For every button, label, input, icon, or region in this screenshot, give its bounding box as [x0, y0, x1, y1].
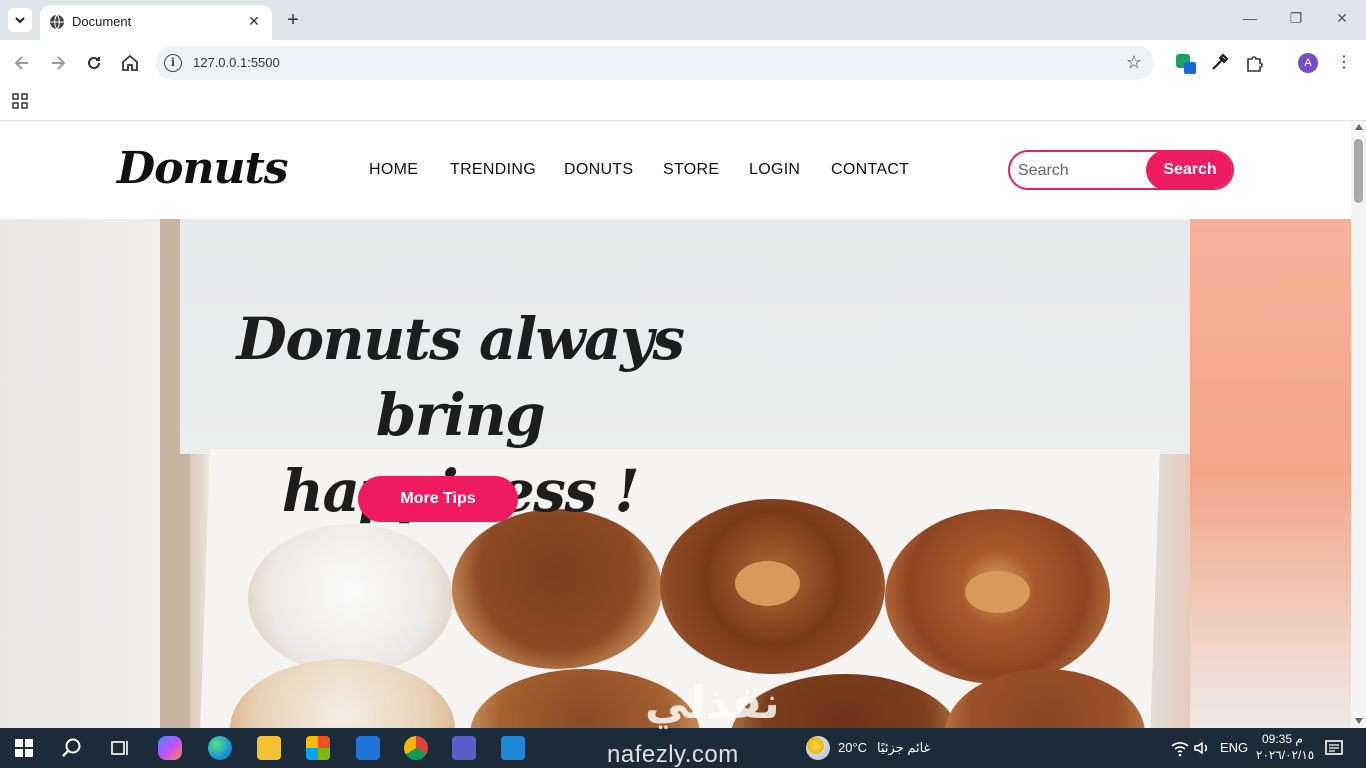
notification-icon[interactable] [1322, 736, 1346, 760]
language-indicator[interactable]: ENG [1220, 740, 1248, 755]
puzzle-icon[interactable] [1244, 52, 1266, 74]
page-scrollbar[interactable] [1351, 121, 1366, 728]
wifi-icon[interactable] [1168, 736, 1192, 760]
hero-banner: Donuts always bring happiness ! More Tip… [0, 219, 1351, 728]
tab-close-button[interactable]: ✕ [244, 11, 264, 31]
edge-icon[interactable] [208, 736, 232, 760]
site-header: Donuts HOME TRENDING DONUTS STORE LOGIN … [0, 121, 1351, 219]
nav-store[interactable]: STORE [663, 161, 719, 179]
copilot-icon[interactable] [158, 736, 182, 760]
chrome-icon[interactable] [404, 736, 428, 760]
extension-icon[interactable] [1174, 52, 1196, 74]
nav-contact[interactable]: CONTACT [831, 161, 909, 179]
url-text[interactable]: 127.0.0.1:5500 [193, 55, 280, 70]
browser-menu-button[interactable]: ⋮ [1336, 52, 1352, 74]
windows-taskbar: نفذلي nafezly.com 20°C غائم جزئيًا ENG 0… [0, 678, 1366, 768]
weather-temp[interactable]: 20°C [838, 740, 867, 755]
chocolate-chip-donut [452, 509, 662, 669]
watermark-arabic: نفذلي [645, 678, 780, 729]
browser-tab[interactable]: Document ✕ [40, 5, 272, 40]
nav-donuts[interactable]: DONUTS [564, 161, 633, 179]
profile-avatar[interactable]: A [1298, 53, 1318, 73]
task-view-icon[interactable] [108, 736, 132, 760]
home-icon[interactable] [120, 53, 140, 73]
windows-start-icon[interactable] [12, 736, 36, 760]
nav-home[interactable]: HOME [369, 161, 418, 179]
nav-login[interactable]: LOGIN [749, 161, 800, 179]
scroll-down-icon[interactable] [1355, 718, 1363, 724]
hero-title-line1: Donuts always bring [236, 305, 685, 449]
nav-trending[interactable]: TRENDING [450, 161, 536, 179]
globe-icon [50, 14, 64, 30]
address-bar[interactable]: i 127.0.0.1:5500 ☆ [156, 46, 1154, 80]
clock-time[interactable]: 09:35 م [1262, 732, 1303, 746]
star-icon[interactable]: ☆ [1126, 52, 1142, 73]
bookmarks-bar [0, 85, 1366, 121]
clock-date[interactable]: ٢٠٢٦/٠٢/١٥ [1256, 748, 1314, 762]
apps-grid-icon[interactable] [12, 93, 28, 109]
search-input[interactable] [1018, 160, 1148, 182]
weather-icon[interactable] [806, 736, 830, 760]
eyedropper-icon[interactable] [1208, 52, 1230, 74]
chevron-down-icon [15, 17, 25, 24]
site-logo[interactable]: Donuts [117, 143, 289, 194]
donut-hole [735, 561, 800, 606]
sugar-donut [248, 524, 453, 674]
search-icon[interactable] [60, 736, 84, 760]
caramel-donut [885, 509, 1110, 684]
info-icon[interactable]: i [164, 54, 182, 72]
restore-button[interactable]: ❐ [1286, 10, 1306, 30]
new-tab-button[interactable]: + [282, 9, 304, 31]
reload-icon[interactable] [84, 53, 104, 73]
vscode-icon[interactable] [501, 736, 525, 760]
scroll-thumb[interactable] [1354, 139, 1363, 203]
teams-icon[interactable] [452, 736, 476, 760]
hero-image-arm [1190, 219, 1351, 728]
scroll-up-icon[interactable] [1355, 124, 1363, 130]
back-icon[interactable] [12, 53, 32, 73]
page-viewport: Donuts HOME TRENDING DONUTS STORE LOGIN … [0, 121, 1351, 728]
minimize-button[interactable]: — [1240, 10, 1260, 30]
tab-list-button[interactable] [8, 8, 32, 32]
volume-icon[interactable] [1190, 736, 1214, 760]
search-button[interactable]: Search [1146, 152, 1232, 188]
weather-description[interactable]: غائم جزئيًا [877, 740, 930, 756]
search-form: Search [1008, 150, 1234, 190]
store-icon[interactable] [306, 736, 330, 760]
close-window-button[interactable]: ✕ [1332, 10, 1352, 30]
more-tips-button[interactable]: More Tips [358, 476, 518, 522]
tab-title: Document [72, 14, 132, 29]
forward-icon[interactable] [48, 53, 68, 73]
file-explorer-icon[interactable] [257, 736, 281, 760]
outlook-icon[interactable] [356, 736, 380, 760]
donut-hole [965, 571, 1030, 613]
browser-tab-strip: Document ✕ + — ❐ ✕ [0, 0, 1366, 40]
watermark-latin: nafezly.com [607, 741, 739, 768]
